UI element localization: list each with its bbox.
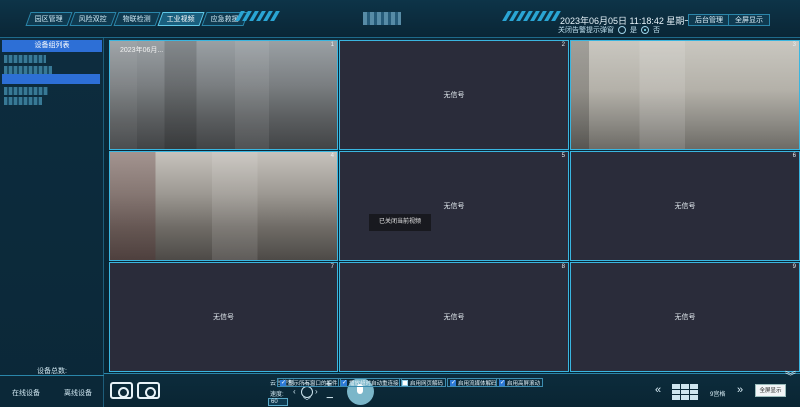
checkbox-label: 启用高屏滚动 [507, 380, 541, 387]
online-devices-link[interactable]: 在线设备 [12, 388, 40, 398]
no-signal-label: 无信号 [213, 314, 234, 321]
checkbox-show-controls[interactable]: 显示所有窗口的控件 [277, 378, 341, 387]
layout-label: 9宫格 [710, 392, 726, 398]
tree-item[interactable] [4, 87, 48, 95]
cell-number: 1 [330, 42, 334, 48]
checkbox-stream-decode[interactable]: 启用流媒体解码 [447, 378, 500, 387]
zoom-out-icon[interactable]: − [326, 391, 334, 404]
offline-devices-link[interactable]: 离线设备 [64, 388, 92, 398]
checkbox-label: 显示所有窗口的控件 [288, 380, 338, 387]
snapshot-camera-icon[interactable] [110, 382, 133, 399]
checkbox-box[interactable] [341, 379, 347, 386]
video-cell-3[interactable]: 3 [570, 40, 800, 150]
checkbox-screen-scroll[interactable]: 启用高屏滚动 [496, 378, 544, 387]
tree-item[interactable] [4, 66, 52, 74]
video-closed-toast: 已关闭当前视频 [369, 214, 431, 231]
device-stats: 设备总数: 在线设备 离线设备 [0, 368, 104, 407]
main-nav: 园区管理 风险双控 物联检测 工业视频 应急救援 [25, 12, 249, 26]
video-cell-2[interactable]: 2 无信号 [339, 40, 569, 150]
cell-number: 9 [792, 264, 796, 270]
no-signal-label: 无信号 [674, 314, 696, 321]
ptz-right-icon[interactable]: › [315, 388, 318, 396]
cell-number: 7 [330, 264, 334, 270]
video-cell-7[interactable]: 7 无信号 [109, 262, 338, 372]
checkbox-auto-reconnect[interactable]: 播放超时自动重连接 [338, 378, 402, 387]
no-signal-label: 无信号 [443, 92, 465, 99]
system-title-blurred [363, 12, 401, 25]
camera-feed: 2023年06月... [110, 41, 337, 149]
checkbox-label: 播放超时自动重连接 [349, 380, 399, 387]
alarm-popup-toggle: 关闭告警提示弹窗 是 否 [558, 25, 660, 35]
feed-timestamp: 2023年06月... [120, 47, 164, 54]
device-sidebar: 设备组列表 设备总数: 在线设备 离线设备 [0, 38, 104, 407]
cell-number: 2 [561, 42, 565, 48]
alarm-label: 关闭告警提示弹窗 [558, 27, 614, 34]
header-decoration-right [502, 11, 561, 21]
fullscreen-header-button[interactable]: 全屏显示 [728, 14, 770, 26]
nav-park-management[interactable]: 园区管理 [25, 12, 73, 26]
tree-item[interactable] [4, 55, 46, 63]
bottom-toolbar: 云台控制 速度: 60 ︿ ‹ › ﹀ + − 显示所有窗口的控件 播放超时自动… [104, 373, 800, 407]
checkbox-box[interactable] [280, 379, 286, 386]
device-total-label: 设备总数: [37, 368, 67, 375]
checkbox-box[interactable] [499, 379, 505, 386]
video-grid: 2023年06月... 1 2 无信号 3 4 5 无信号 6 无信号 7 无信… [108, 39, 800, 373]
video-cell-1[interactable]: 2023年06月... 1 [109, 40, 338, 150]
checkbox-box[interactable] [450, 379, 456, 386]
cell-number: 4 [330, 153, 334, 159]
cell-number: 5 [561, 153, 565, 159]
tree-item-selected[interactable] [2, 74, 100, 84]
video-cell-5[interactable]: 5 无信号 [339, 151, 569, 261]
cell-number: 6 [792, 153, 796, 159]
checkbox-box[interactable] [402, 379, 408, 386]
video-cell-8[interactable]: 8 无信号 [339, 262, 569, 372]
grid-layout-icon[interactable] [672, 384, 698, 400]
no-signal-label: 无信号 [674, 203, 696, 210]
alarm-yes-label: 是 [630, 27, 637, 34]
collapse-toolbar-icon[interactable]: ︾ [785, 372, 796, 383]
top-header: 园区管理 风险双控 物联检测 工业视频 应急救援 2023年06月05日 11:… [0, 0, 800, 38]
prev-page-icon[interactable]: « [655, 384, 661, 396]
video-cell-6[interactable]: 6 无信号 [570, 151, 800, 261]
camera-feed [110, 152, 337, 260]
nav-industrial-video[interactable]: 工业视频 [157, 12, 205, 26]
tree-item[interactable] [4, 97, 42, 105]
video-cell-4[interactable]: 4 [109, 151, 338, 261]
speed-select[interactable]: 60 [268, 398, 288, 406]
nav-risk-control[interactable]: 风险双控 [69, 12, 117, 26]
ptz-down-icon[interactable]: ﹀ [303, 398, 311, 406]
header-decoration-left [235, 11, 280, 21]
admin-button[interactable]: 后台管理 [688, 14, 730, 26]
checkbox-web-decode[interactable]: 启用网页解码 [399, 378, 447, 387]
speed-label: 速度: [270, 392, 284, 398]
checkbox-label: 启用网页解码 [410, 380, 444, 387]
fullscreen-button[interactable]: 全屏显示 [755, 384, 786, 397]
device-group-title: 设备组列表 [2, 40, 102, 52]
nav-iot-monitoring[interactable]: 物联检测 [113, 12, 161, 26]
no-signal-label: 无信号 [443, 203, 465, 210]
alarm-yes-radio[interactable] [618, 26, 626, 34]
no-signal-label: 无信号 [443, 314, 465, 321]
alarm-no-label: 否 [653, 27, 660, 34]
ptz-left-icon[interactable]: ‹ [293, 388, 296, 396]
camera-feed [571, 41, 799, 149]
cell-number: 8 [561, 264, 565, 270]
video-cell-9[interactable]: 9 无信号 [570, 262, 800, 372]
next-page-icon[interactable]: » [737, 384, 743, 396]
record-camera-icon[interactable] [137, 382, 160, 399]
cell-number: 3 [792, 42, 796, 48]
app-root: 园区管理 风险双控 物联检测 工业视频 应急救援 2023年06月05日 11:… [0, 0, 800, 407]
checkbox-label: 启用流媒体解码 [458, 380, 497, 387]
alarm-no-radio[interactable] [641, 26, 649, 34]
